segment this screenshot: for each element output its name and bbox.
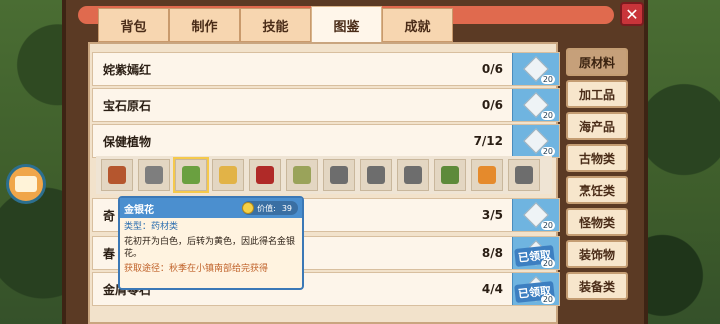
tab-codex[interactable]: 图鉴 xyxy=(311,6,382,44)
row-count: 4/4 xyxy=(481,282,503,296)
category-processed[interactable]: 加工品 xyxy=(566,80,628,108)
close-button[interactable]: ✕ xyxy=(620,2,644,26)
coin-icon xyxy=(242,202,255,214)
category-monsters[interactable]: 怪物类 xyxy=(566,208,628,236)
root-icon xyxy=(219,166,237,184)
reward-amount: 20 xyxy=(540,147,555,156)
item-slot[interactable] xyxy=(138,159,170,191)
tooltip-type: 类型：药材类 xyxy=(124,222,179,232)
item-tooltip: 金银花 价值: 39 类型：药材类 花初开为白色，后转为黄色，因此得名金银花。 … xyxy=(118,196,304,290)
collection-row[interactable]: 宝石原石 0/6 20 xyxy=(92,88,560,122)
tooltip-source: 获取途径：秋季在小镇南部给完获得 xyxy=(124,264,269,274)
item-slot[interactable] xyxy=(434,159,466,191)
item-slot-selected[interactable] xyxy=(173,157,209,193)
herb-icon xyxy=(293,166,311,184)
tab-craft[interactable]: 制作 xyxy=(169,8,240,42)
category-decorations[interactable]: 装饰物 xyxy=(566,240,628,268)
reward-amount: 20 xyxy=(540,111,555,120)
row-count: 3/5 xyxy=(481,208,503,222)
tab-bar: 背包 制作 技能 图鉴 成就 xyxy=(98,6,453,44)
row-name: 保健植物 xyxy=(103,134,152,149)
item-slot[interactable] xyxy=(360,159,392,191)
reward-button[interactable]: 已领取 20 xyxy=(512,237,559,269)
category-cooking[interactable]: 烹饪类 xyxy=(566,176,628,204)
reward-amount: 20 xyxy=(540,259,555,268)
item-slot[interactable] xyxy=(397,159,429,191)
price-label: 价值: xyxy=(257,203,276,213)
tab-achievements[interactable]: 成就 xyxy=(382,8,453,42)
reward-button[interactable]: 20 xyxy=(512,125,559,157)
leaf-icon xyxy=(367,166,385,184)
reward-button[interactable]: 20 xyxy=(512,89,559,121)
item-slot[interactable] xyxy=(471,159,503,191)
item-slot[interactable] xyxy=(212,159,244,191)
item-slot[interactable] xyxy=(508,159,540,191)
row-count: 8/8 xyxy=(481,246,503,260)
item-slot[interactable] xyxy=(249,159,281,191)
reward-amount: 20 xyxy=(540,295,555,304)
row-count: 0/6 xyxy=(481,62,503,76)
price-badge: 价值: 39 xyxy=(242,201,298,215)
tab-backpack[interactable]: 背包 xyxy=(98,8,169,42)
tooltip-header: 金银花 价值: 39 xyxy=(120,198,302,218)
row-name: 姹紫嫣红 xyxy=(103,62,152,77)
mushroom-icon xyxy=(256,166,274,184)
row-count: 0/6 xyxy=(481,98,503,112)
item-slot[interactable] xyxy=(323,159,355,191)
collection-row[interactable]: 姹紫嫣红 0/6 20 xyxy=(92,52,560,86)
herb-icon xyxy=(182,166,200,184)
berry-herb-icon xyxy=(441,166,459,184)
reward-amount: 20 xyxy=(540,75,555,84)
leaf-icon xyxy=(404,166,422,184)
tooltip-title: 金银花 xyxy=(124,204,154,216)
tooltip-description: 花初开为白色，后转为黄色，因此得名金银花。 xyxy=(124,237,296,259)
item-slot[interactable] xyxy=(286,159,318,191)
category-raw-materials[interactable]: 原材料 xyxy=(566,48,628,76)
mushroom-icon xyxy=(145,166,163,184)
category-sidebar: 原材料 加工品 海产品 古物类 烹饪类 怪物类 装饰物 装备类 xyxy=(566,48,632,304)
category-equipment[interactable]: 装备类 xyxy=(566,272,628,300)
reward-amount: 20 xyxy=(540,221,555,230)
reward-button[interactable]: 20 xyxy=(512,53,559,85)
item-grid xyxy=(96,156,552,194)
collection-row[interactable]: 保健植物 7/12 20 xyxy=(92,124,560,158)
leaf-icon xyxy=(515,166,533,184)
reward-button[interactable]: 20 xyxy=(512,199,559,231)
carrot-icon xyxy=(478,166,496,184)
row-count: 7/12 xyxy=(473,134,503,148)
item-slot[interactable] xyxy=(101,159,133,191)
row-name: 宝石原石 xyxy=(103,98,152,113)
reward-button[interactable]: 已领取 20 xyxy=(512,273,559,305)
price-value: 39 xyxy=(281,203,292,213)
leaf-icon xyxy=(330,166,348,184)
tab-skills[interactable]: 技能 xyxy=(240,8,311,42)
root-icon xyxy=(108,166,126,184)
category-antiques[interactable]: 古物类 xyxy=(566,144,628,172)
gamepad-button[interactable] xyxy=(6,164,46,204)
category-seafood[interactable]: 海产品 xyxy=(566,112,628,140)
gamepad-icon xyxy=(15,176,37,192)
